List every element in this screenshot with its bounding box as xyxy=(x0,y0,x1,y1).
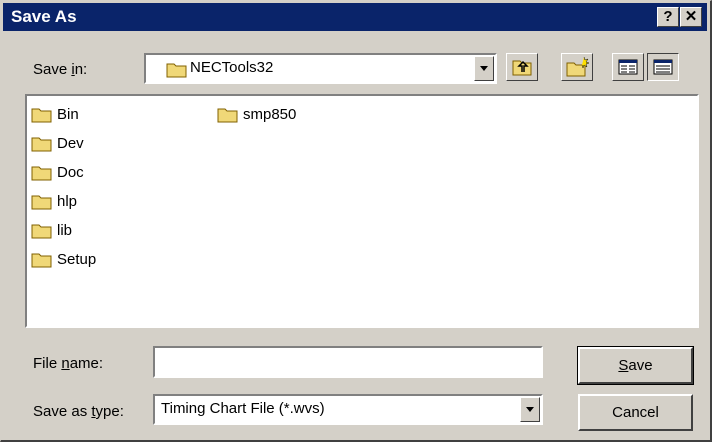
details-view-icon xyxy=(653,59,673,75)
chevron-down-icon[interactable] xyxy=(474,56,494,81)
save-button[interactable]: Save xyxy=(577,346,694,385)
folder-name: Dev xyxy=(57,134,84,152)
create-new-folder-button[interactable] xyxy=(561,53,593,81)
save-as-type-dropdown[interactable]: Timing Chart File (*.wvs) xyxy=(153,394,543,425)
new-folder-icon xyxy=(566,56,590,77)
folder-item[interactable]: lib xyxy=(31,218,72,242)
folder-name: lib xyxy=(57,221,73,239)
save-as-type-value: Timing Chart File (*.wvs) xyxy=(161,400,325,417)
folder-name: Doc xyxy=(57,163,84,181)
window-title: Save As xyxy=(11,7,77,26)
save-in-dropdown[interactable]: NECTools32 xyxy=(144,53,497,84)
help-button[interactable]: ? xyxy=(657,7,679,27)
title-bar[interactable]: Save As ? ✕ xyxy=(3,3,707,31)
folder-icon xyxy=(31,253,52,267)
list-view-icon xyxy=(618,59,638,75)
folder-name: smp850 xyxy=(243,105,297,123)
close-button[interactable]: ✕ xyxy=(680,7,702,27)
save-in-label: Save in: xyxy=(33,61,88,78)
cancel-button[interactable]: Cancel xyxy=(578,394,693,431)
chevron-down-icon[interactable] xyxy=(520,397,540,422)
list-view-button[interactable] xyxy=(612,53,644,81)
folder-item[interactable]: Doc xyxy=(31,160,84,184)
folder-name: Setup xyxy=(57,250,97,268)
file-list[interactable]: Bin Dev Doc hlp lib Setup smp850 xyxy=(25,94,699,328)
folder-item[interactable]: Dev xyxy=(31,131,84,155)
save-as-type-label: Save as type: xyxy=(33,403,124,420)
details-view-button[interactable] xyxy=(647,53,679,81)
file-name-label: File name: xyxy=(33,355,104,372)
folder-item[interactable]: smp850 xyxy=(217,102,296,126)
up-one-level-icon xyxy=(512,60,532,76)
folder-name: hlp xyxy=(57,192,78,210)
folder-icon xyxy=(31,137,52,151)
folder-item[interactable]: hlp xyxy=(31,189,77,213)
folder-icon xyxy=(31,195,52,209)
folder-icon xyxy=(31,108,52,122)
folder-icon xyxy=(31,166,52,180)
folder-name: Bin xyxy=(57,105,79,123)
folder-item[interactable]: Bin xyxy=(31,102,79,126)
up-one-level-button[interactable] xyxy=(506,53,538,81)
folder-icon xyxy=(217,108,238,122)
folder-icon xyxy=(166,63,187,78)
folder-icon xyxy=(31,224,52,238)
folder-item[interactable]: Setup xyxy=(31,247,96,271)
save-in-value: NECTools32 xyxy=(190,59,274,76)
file-name-input[interactable] xyxy=(153,346,543,378)
save-as-dialog: Save As ? ✕ Save in: NECTools32 Bin Dev … xyxy=(0,0,712,442)
